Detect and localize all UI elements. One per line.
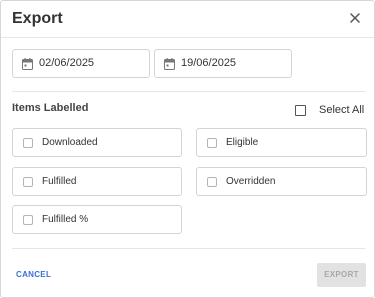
option-downloaded[interactable]: Downloaded	[12, 128, 182, 157]
export-button[interactable]: EXPORT	[317, 263, 366, 287]
checkbox-icon	[23, 177, 33, 187]
items-labelled-title: Items Labelled	[12, 102, 89, 114]
start-date-field[interactable]: 02/06/2025	[12, 49, 150, 78]
option-overridden[interactable]: Overridden	[196, 167, 367, 196]
option-label: Fulfilled	[42, 176, 77, 187]
select-all-label: Select All	[319, 104, 365, 116]
checkbox-icon	[207, 177, 217, 187]
footer-divider	[12, 248, 365, 249]
close-icon	[350, 13, 360, 23]
option-label: Overridden	[226, 176, 276, 187]
start-date-value: 02/06/2025	[39, 57, 95, 69]
end-date-field[interactable]: 19/06/2025	[154, 49, 292, 78]
cancel-button[interactable]: CANCEL	[16, 270, 51, 279]
option-label: Eligible	[226, 137, 259, 148]
dialog-header: Export	[1, 1, 374, 38]
checkbox-icon	[23, 215, 33, 225]
option-fulfilled-percent[interactable]: Fulfilled %	[12, 205, 182, 234]
export-dialog: Export 02/06/2025 19/06/2025 Items Label…	[0, 0, 375, 298]
calendar-icon	[164, 58, 175, 70]
end-date-value: 19/06/2025	[181, 57, 237, 69]
option-label: Downloaded	[42, 137, 98, 148]
section-divider	[12, 91, 365, 92]
checkbox-icon	[207, 138, 217, 148]
dialog-title: Export	[12, 10, 63, 27]
option-fulfilled[interactable]: Fulfilled	[12, 167, 182, 196]
close-button[interactable]	[347, 9, 363, 27]
checkbox-icon	[23, 138, 33, 148]
checkbox-icon	[295, 105, 306, 116]
option-label: Fulfilled %	[42, 214, 89, 225]
option-eligible[interactable]: Eligible	[196, 128, 367, 157]
calendar-icon	[22, 58, 33, 70]
